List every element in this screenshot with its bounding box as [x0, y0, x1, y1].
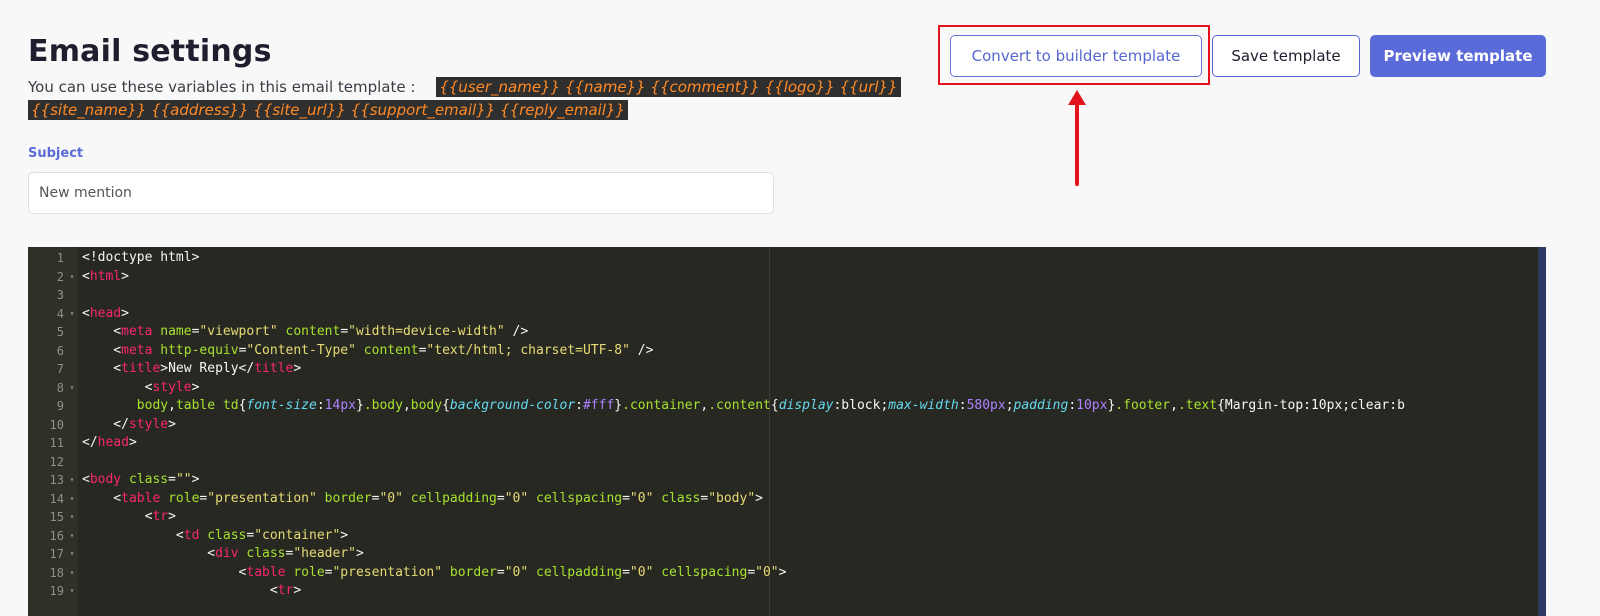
- html-code-editor[interactable]: 1 <!doctype html> 2 ▾ <html> 3 4 ▾ <head> 5 <meta…: [28, 247, 1546, 616]
- variables-list-line-2: {{site_name}} {{address}} {{site_url}} {…: [28, 100, 629, 120]
- fold-toggle-icon[interactable]: ▾: [68, 508, 76, 527]
- code-line: 5 <meta name="viewport" content="width=d…: [28, 323, 1538, 342]
- preview-template-button[interactable]: Preview template: [1370, 35, 1546, 77]
- code-text: body,table td{font-size:14px}.body,body{…: [136, 398, 1405, 413]
- code-line: 6 <meta http-equiv="Content-Type" conten…: [28, 342, 1538, 361]
- code-text: <meta http-equiv="Content-Type" content=…: [82, 342, 654, 358]
- line-number: 15: [49, 510, 64, 524]
- fold-toggle-icon[interactable]: ▾: [68, 527, 76, 546]
- code-line: 7 <title>New Reply</title>: [28, 360, 1538, 379]
- code-line: 3: [28, 286, 1538, 305]
- line-number: 4: [56, 306, 64, 321]
- code-text: <table role="presentation" border="0" ce…: [82, 564, 787, 580]
- line-number: 2: [56, 269, 64, 284]
- editor-scrollbar[interactable]: [1538, 247, 1546, 616]
- code-line: 1 <!doctype html>: [28, 249, 1538, 268]
- fold-toggle-icon[interactable]: ▾: [68, 564, 76, 583]
- line-number: 13: [49, 473, 64, 487]
- code-text: <head>: [82, 305, 129, 321]
- code-line: 16 ▾ <td class="container">: [28, 527, 1538, 546]
- code-line: 15 ▾ <tr>: [28, 508, 1538, 527]
- code-text: <style>: [82, 379, 200, 395]
- line-number: 14: [49, 491, 64, 506]
- line-number: 10: [49, 417, 64, 432]
- annotation-arrow-icon: [1068, 90, 1086, 186]
- template-variables-help: You can use these variables in this emai…: [28, 76, 928, 122]
- code-line: 17 ▾ <div class="header">: [28, 545, 1538, 564]
- code-text: </style>: [82, 416, 176, 432]
- code-text: <body class="">: [82, 472, 200, 487]
- code-line: 19 ▾ <tr>: [28, 582, 1538, 601]
- line-number: 3: [56, 288, 64, 302]
- code-line: 18 ▾ <table role="presentation" border="0…: [28, 564, 1538, 583]
- code-text: <div class="header">: [82, 546, 364, 561]
- code-text: </head>: [82, 435, 137, 450]
- code-text: <table role="presentation" border="0" ce…: [82, 490, 763, 506]
- code-text: <tr>: [82, 583, 302, 598]
- editor-lines: 1 <!doctype html> 2 ▾ <html> 3 4 ▾ <head> 5 <meta…: [28, 249, 1538, 601]
- fold-toggle-icon[interactable]: ▾: [68, 582, 76, 601]
- line-number: 18: [49, 565, 64, 580]
- code-text: <td class="container">: [82, 527, 349, 543]
- code-text: <tr>: [82, 509, 176, 524]
- line-number: 11: [49, 436, 64, 450]
- line-number: 9: [56, 399, 64, 413]
- code-text: <meta name="viewport" content="width=dev…: [82, 324, 529, 339]
- code-text: <!doctype html>: [82, 250, 200, 265]
- code-line: 2 ▾ <html>: [28, 268, 1538, 287]
- line-number: 16: [49, 528, 64, 543]
- subject-input[interactable]: [28, 172, 774, 214]
- code-line: 4 ▾ <head>: [28, 305, 1538, 324]
- line-number: 12: [49, 454, 64, 469]
- code-line: 14 ▾ <table role="presentation" border="0…: [28, 490, 1538, 509]
- code-text: <title>New Reply</title>: [82, 361, 302, 376]
- fold-toggle-icon[interactable]: ▾: [68, 490, 76, 509]
- fold-toggle-icon[interactable]: ▾: [68, 379, 76, 398]
- annotation-highlight-box: [938, 25, 1210, 85]
- code-line: 11 </head>: [28, 434, 1538, 453]
- variables-intro: You can use these variables in this emai…: [28, 78, 416, 96]
- line-number: 7: [56, 362, 64, 376]
- line-number: 17: [49, 547, 64, 561]
- code-line: 8 ▾ <style>: [28, 379, 1538, 398]
- code-line: 13 ▾ <body class="">: [28, 471, 1538, 490]
- code-line: 9 body,table td{font-size:14px}.body,bod…: [28, 397, 1538, 416]
- line-number: 19: [49, 584, 64, 598]
- email-settings-page: Email settings You can use these variabl…: [0, 0, 1600, 616]
- fold-toggle-icon[interactable]: ▾: [68, 305, 76, 324]
- fold-toggle-icon[interactable]: ▾: [68, 471, 76, 490]
- line-number: 5: [56, 325, 64, 339]
- code-line: 10 </style>: [28, 416, 1538, 435]
- code-text: <html>: [82, 268, 129, 284]
- code-line: 12: [28, 453, 1538, 472]
- subject-label: Subject: [28, 146, 84, 161]
- line-number: 6: [56, 343, 64, 358]
- fold-toggle-icon[interactable]: ▾: [68, 545, 76, 564]
- variables-list-line-1: {{user_name}} {{name}} {{comment}} {{log…: [436, 77, 901, 97]
- save-template-button[interactable]: Save template: [1212, 35, 1360, 77]
- fold-toggle-icon[interactable]: ▾: [68, 268, 76, 287]
- line-number: 8: [56, 380, 64, 395]
- line-number: 1: [56, 251, 64, 265]
- page-title: Email settings: [28, 34, 272, 69]
